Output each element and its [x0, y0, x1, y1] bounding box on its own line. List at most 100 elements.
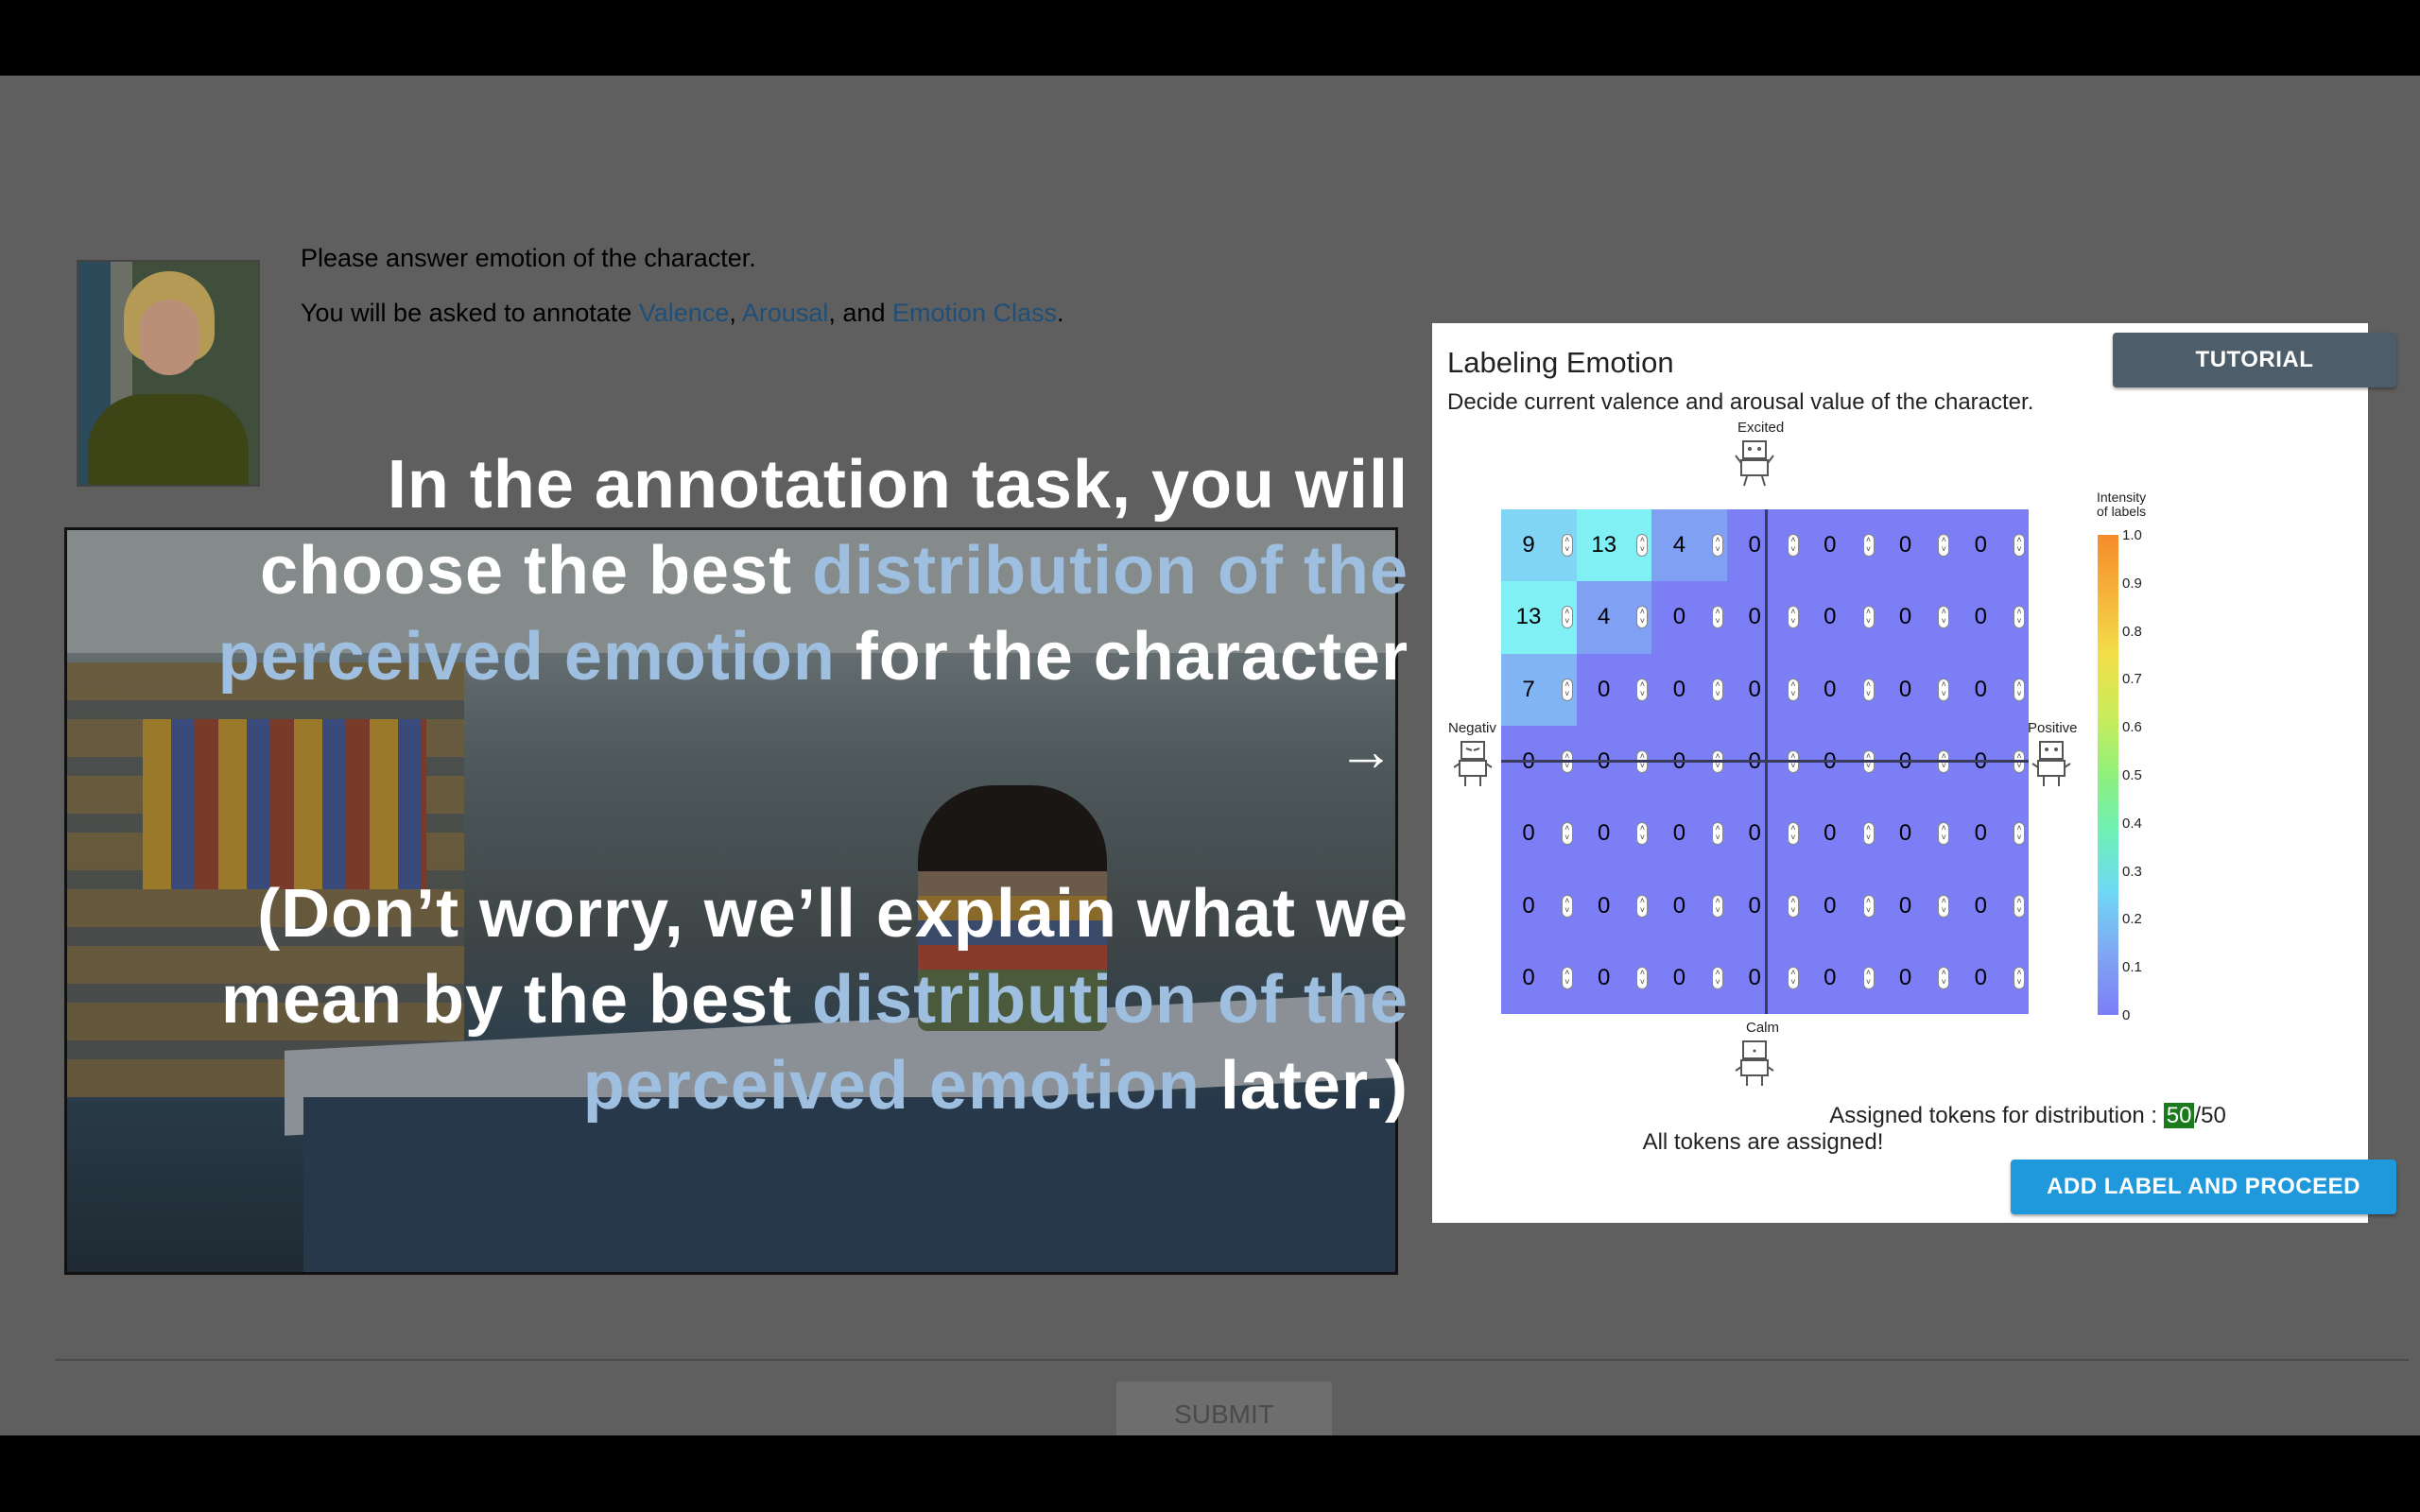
grid-cell-value: 0	[1974, 964, 1987, 990]
stepper-icon[interactable]: ˄ ˅	[1712, 966, 1724, 989]
stepper-icon[interactable]: ˄ ˅	[2014, 894, 2025, 918]
stepper-icon[interactable]: ˄ ˅	[1561, 966, 1573, 989]
intensity-colorbar	[2098, 535, 2118, 1015]
stepper-icon[interactable]: ˄ ˅	[1561, 678, 1573, 701]
stepper-icon[interactable]: ˄ ˅	[1636, 822, 1649, 846]
stepper-icon[interactable]: ˄ ˅	[1787, 534, 1799, 558]
grid-cell-value: 0	[1672, 604, 1686, 630]
colorbar-tick-label: 0.7	[2122, 671, 2142, 688]
add-label-and-proceed-button[interactable]: ADD LABEL AND PROCEED	[2011, 1160, 2396, 1214]
grid-cell[interactable]: 0 ˄˅	[1802, 798, 1878, 870]
tutorial-button[interactable]: TUTORIAL	[2113, 333, 2396, 387]
grid-cell-value: 0	[1672, 964, 1686, 990]
grid-cell[interactable]: 0 ˄˅	[1877, 798, 1954, 870]
grid-cell-value: 0	[1974, 892, 1987, 919]
stepper-icon[interactable]: ˄ ˅	[1636, 678, 1649, 701]
stepper-icon[interactable]: ˄ ˅	[1636, 966, 1649, 989]
stepper-icon[interactable]: ˄ ˅	[1787, 822, 1799, 846]
stepper-icon[interactable]: ˄ ˅	[2014, 822, 2025, 846]
stepper-icon[interactable]: ˄ ˅	[1862, 678, 1875, 701]
colorbar-tick-label: 0.1	[2122, 959, 2142, 976]
grid-cell[interactable]: 13 ˄ ˅	[1576, 509, 1652, 582]
grid-cell[interactable]: 0 ˄˅	[1953, 869, 2029, 942]
arousal-link[interactable]: Arousal	[742, 299, 829, 327]
grid-cell[interactable]: 0 ˄˅	[1501, 869, 1577, 942]
grid-cell[interactable]: 0 ˄˅	[1501, 798, 1577, 870]
stepper-icon[interactable]: ˄ ˅	[1561, 606, 1573, 629]
stepper-icon[interactable]: ˄ ˅	[1938, 606, 1950, 629]
stepper-icon[interactable]: ˄ ˅	[2014, 678, 2025, 701]
grid-cell[interactable]: 0 ˄˅	[1802, 581, 1878, 654]
stepper-icon[interactable]: ˄ ˅	[2014, 606, 2025, 629]
grid-cell[interactable]: 0 ˄˅	[1953, 653, 2029, 726]
stepper-icon[interactable]: ˄ ˅	[1787, 894, 1799, 918]
grid-cell[interactable]: 0 ˄˅	[1877, 653, 1954, 726]
stepper-icon[interactable]: ˄ ˅	[1712, 678, 1724, 701]
stepper-icon[interactable]: ˄ ˅	[1862, 534, 1875, 558]
stepper-icon[interactable]: ˄ ˅	[1862, 606, 1875, 629]
stepper-icon[interactable]: ˄ ˅	[1787, 966, 1799, 989]
grid-cell[interactable]: 4 ˄ ˅	[1651, 509, 1728, 582]
stepper-icon[interactable]: ˄ ˅	[1712, 822, 1724, 846]
grid-cell[interactable]: 7 ˄ ˅	[1501, 653, 1577, 726]
stepper-icon[interactable]: ˄ ˅	[1938, 534, 1950, 558]
grid-cell[interactable]: 0 ˄˅	[1877, 581, 1954, 654]
stepper-icon[interactable]: ˄ ˅	[1938, 822, 1950, 846]
stepper-icon[interactable]: ˄ ˅	[1938, 678, 1950, 701]
panel-title: Labeling Emotion	[1447, 346, 1674, 379]
grid-cell[interactable]: 0 ˄˅	[1576, 798, 1652, 870]
stepper-icon[interactable]: ˄ ˅	[1712, 894, 1724, 918]
grid-cell[interactable]: 4 ˄ ˅	[1576, 581, 1652, 654]
grid-cell[interactable]: 0 ˄˅	[1802, 869, 1878, 942]
stepper-icon[interactable]: ˄ ˅	[1938, 894, 1950, 918]
grid-cell[interactable]: 0 ˄˅	[1953, 941, 2029, 1014]
grid-cell[interactable]: 0 ˄˅	[1576, 941, 1652, 1014]
grid-cell[interactable]: 0 ˄˅	[1651, 581, 1728, 654]
grid-cell-value: 0	[1748, 604, 1761, 630]
stepper-icon[interactable]: ˄ ˅	[1712, 534, 1724, 558]
stepper-icon[interactable]: ˄ ˅	[2014, 534, 2025, 558]
grid-cell[interactable]: 9 ˄ ˅	[1501, 509, 1577, 582]
grid-cell[interactable]: 0 ˄˅	[1953, 581, 2029, 654]
grid-cell[interactable]: 0 ˄˅	[1651, 653, 1728, 726]
stepper-icon[interactable]: ˄ ˅	[1862, 822, 1875, 846]
grid-cell[interactable]: 0 ˄˅	[1877, 509, 1954, 582]
grid-cell[interactable]: 0 ˄˅	[1953, 509, 2029, 582]
right-arrow-icon: →	[1338, 719, 1394, 782]
caption-highlight: perceived emotion	[582, 1048, 1201, 1124]
colorbar-tick-label: 0.9	[2122, 575, 2142, 592]
stepper-icon[interactable]: ˄ ˅	[1862, 966, 1875, 989]
stepper-icon[interactable]: ˄ ˅	[1561, 534, 1573, 558]
emotion-class-link[interactable]: Emotion Class	[892, 299, 1057, 327]
grid-cell[interactable]: 0 ˄˅	[1501, 941, 1577, 1014]
grid-cell[interactable]: 0 ˄˅	[1576, 869, 1652, 942]
stepper-icon[interactable]: ˄ ˅	[1636, 534, 1649, 558]
stepper-icon[interactable]: ˄ ˅	[1787, 606, 1799, 629]
colorbar-tick-label: 1.0	[2122, 527, 2142, 543]
stepper-icon[interactable]: ˄ ˅	[1938, 966, 1950, 989]
submit-button[interactable]: SUBMIT	[1116, 1382, 1332, 1435]
negative-robot-icon	[1453, 741, 1493, 786]
stepper-icon[interactable]: ˄ ˅	[1561, 894, 1573, 918]
stepper-icon[interactable]: ˄ ˅	[2014, 966, 2025, 989]
grid-cell[interactable]: 0 ˄˅	[1877, 941, 1954, 1014]
grid-cell[interactable]: 0 ˄˅	[1802, 653, 1878, 726]
stepper-icon[interactable]: ˄ ˅	[1787, 678, 1799, 701]
grid-cell[interactable]: 13 ˄ ˅	[1501, 581, 1577, 654]
stepper-icon[interactable]: ˄ ˅	[1712, 606, 1724, 629]
grid-cell[interactable]: 0 ˄˅	[1953, 798, 2029, 870]
grid-cell-value: 0	[1672, 820, 1686, 847]
stepper-icon[interactable]: ˄ ˅	[1636, 894, 1649, 918]
grid-cell[interactable]: 0 ˄˅	[1802, 509, 1878, 582]
grid-cell[interactable]: 0 ˄˅	[1802, 941, 1878, 1014]
grid-cell[interactable]: 0 ˄˅	[1877, 869, 1954, 942]
stepper-icon[interactable]: ˄ ˅	[1862, 894, 1875, 918]
grid-cell[interactable]: 0 ˄˅	[1576, 653, 1652, 726]
grid-cell-value: 0	[1748, 820, 1761, 847]
valence-link[interactable]: Valence	[639, 299, 730, 327]
grid-cell[interactable]: 0 ˄˅	[1651, 798, 1728, 870]
grid-cell[interactable]: 0 ˄˅	[1651, 869, 1728, 942]
grid-cell[interactable]: 0 ˄˅	[1651, 941, 1728, 1014]
stepper-icon[interactable]: ˄ ˅	[1561, 822, 1573, 846]
stepper-icon[interactable]: ˄ ˅	[1636, 606, 1649, 629]
